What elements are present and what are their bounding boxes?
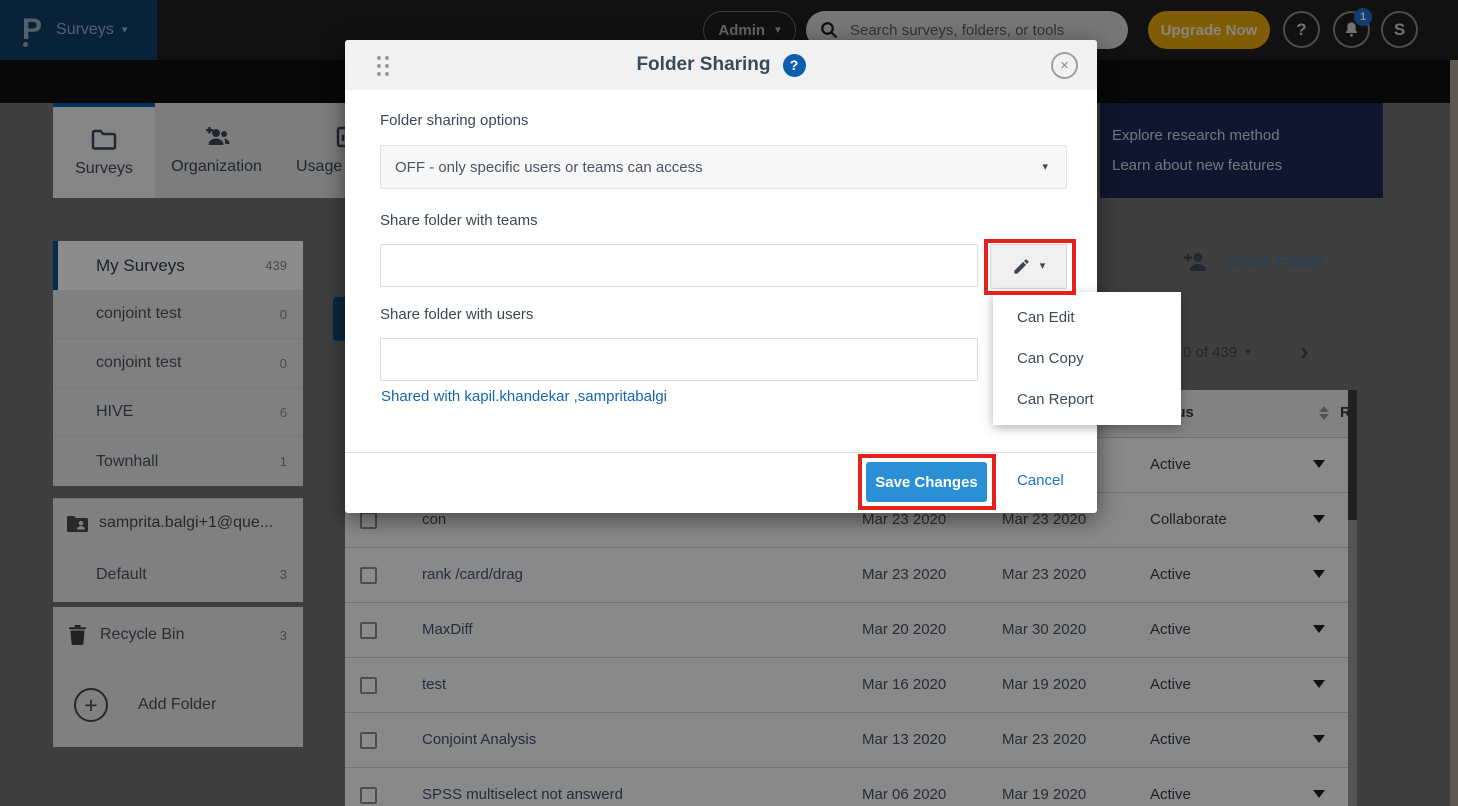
pencil-icon — [1012, 257, 1031, 276]
cancel-link[interactable]: Cancel — [1017, 472, 1064, 489]
caret-down-icon: ▾ — [1042, 162, 1048, 173]
drag-handle-icon[interactable] — [377, 56, 389, 76]
share-teams-label: Share folder with teams — [380, 212, 538, 229]
sharing-options-select[interactable]: OFF - only specific users or teams can a… — [380, 145, 1067, 189]
caret-down-icon: ▾ — [1040, 261, 1046, 272]
app-screen: P Surveys ▾ Admin ▾ Upgrade Now ? — [0, 0, 1458, 806]
permission-edit-button[interactable]: ▾ — [990, 244, 1067, 289]
folder-sharing-modal: Folder Sharing ? × Folder sharing option… — [345, 40, 1097, 513]
menu-item-can-copy[interactable]: Can Copy — [993, 338, 1181, 379]
sharing-options-label: Folder sharing options — [380, 112, 528, 129]
permission-dropdown-menu: Can Edit Can Copy Can Report — [993, 292, 1181, 425]
modal-footer-divider — [345, 452, 1097, 453]
share-users-input[interactable] — [380, 338, 978, 381]
menu-item-can-report[interactable]: Can Report — [993, 379, 1181, 420]
modal-title: Folder Sharing — [636, 54, 770, 76]
sharing-options-value: OFF - only specific users or teams can a… — [395, 159, 703, 176]
share-users-label: Share folder with users — [380, 306, 533, 323]
save-changes-button[interactable]: Save Changes — [866, 462, 987, 502]
modal-help-icon[interactable]: ? — [783, 54, 806, 77]
close-icon[interactable]: × — [1051, 52, 1078, 79]
shared-with-text: Shared with kapil.khandekar ,sampritabal… — [381, 388, 667, 405]
menu-item-can-edit[interactable]: Can Edit — [993, 297, 1181, 338]
share-teams-input[interactable] — [380, 244, 978, 287]
modal-header: Folder Sharing ? × — [345, 40, 1097, 90]
